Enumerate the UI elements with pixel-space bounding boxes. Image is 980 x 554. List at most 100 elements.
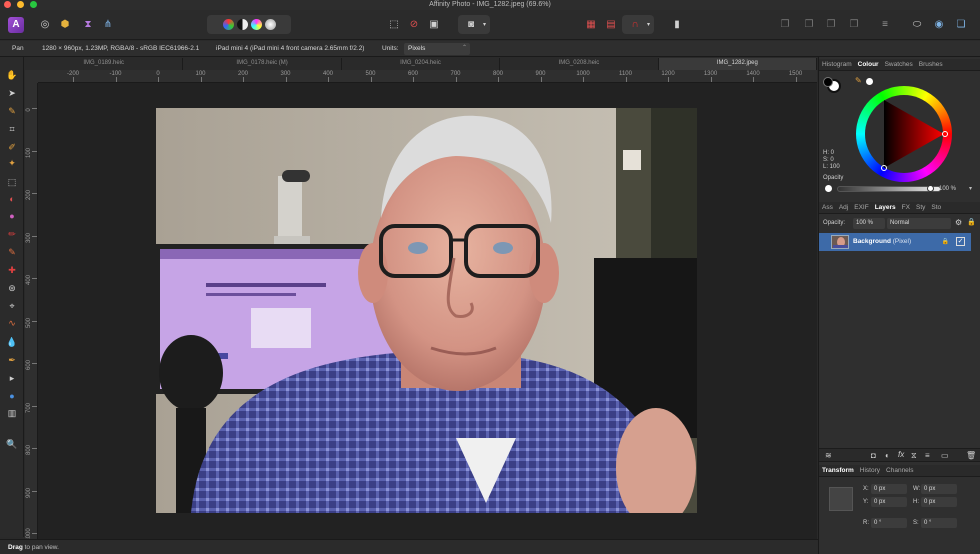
gradient-tool-icon[interactable]: ● <box>5 209 19 223</box>
auto-white-balance-icon[interactable] <box>264 19 276 30</box>
mask-layer-icon[interactable]: ◘ <box>871 451 876 460</box>
picker-icon[interactable]: ✎ <box>855 76 862 85</box>
colour-triangle[interactable] <box>856 86 952 182</box>
colour-wheel[interactable] <box>856 86 952 182</box>
eraser-tool-icon[interactable]: ✎ <box>5 245 19 259</box>
transform-s-field[interactable]: 0 ° <box>921 518 957 528</box>
arrange-top-icon[interactable]: ❐ <box>845 16 863 34</box>
develop-persona-icon[interactable]: ⬢ <box>56 16 74 34</box>
pan-tool-icon[interactable]: ✋ <box>5 68 19 82</box>
tab-adjustments[interactable]: Adj <box>836 204 851 211</box>
tab-img-1282[interactable]: IMG_1282.jpeg <box>658 58 818 70</box>
photo-persona-icon[interactable]: A <box>8 16 24 33</box>
dodge-tool-icon[interactable]: ⌖ <box>5 299 19 313</box>
colour-picker-icon[interactable]: ✎ <box>5 104 19 118</box>
layer-settings-icon[interactable]: ⚙ <box>955 218 962 227</box>
layer-opacity-field[interactable]: 100 % <box>853 218 885 229</box>
tab-layers[interactable]: Layers <box>872 204 899 211</box>
crop-tool-icon[interactable]: ⌗ <box>5 122 19 136</box>
selection-brush-icon[interactable]: ✐ <box>5 140 19 154</box>
move-tool-icon[interactable]: ➤ <box>5 86 19 100</box>
assistant-icon[interactable]: ◉ <box>930 16 948 34</box>
tab-img-0189[interactable]: IMG_0189.heic <box>25 58 184 70</box>
tab-histogram[interactable]: Histogram <box>819 61 855 68</box>
transform-x-field[interactable]: 0 px <box>871 484 907 494</box>
layer-visibility-checkbox[interactable]: ✓ <box>956 237 965 246</box>
layer-row-background[interactable]: Background (Pixel) 🔒 ✓ <box>819 233 971 251</box>
liquify-persona-icon[interactable]: ◎ <box>36 16 54 34</box>
healing-brush-icon[interactable]: ✚ <box>5 263 19 277</box>
node-tool-icon[interactable]: ▸ <box>5 371 19 385</box>
marquee-tool-icon[interactable]: ⬚ <box>5 175 19 189</box>
flood-select-icon[interactable]: ✦ <box>5 156 19 170</box>
marquee-select-icon[interactable]: ⬚ <box>385 16 403 34</box>
snapping-magnet-icon[interactable]: ∩ <box>626 16 644 34</box>
clone-tool-icon[interactable]: ⊛ <box>5 281 19 295</box>
layer-locked-icon[interactable]: 🔒 <box>942 238 949 245</box>
text-tool-icon[interactable]: ▥ <box>5 406 19 420</box>
tab-brushes[interactable]: Brushes <box>916 61 946 68</box>
ruler-label: 300 <box>26 232 32 243</box>
tab-exif[interactable]: EXIF <box>851 204 871 211</box>
tone-mapping-persona-icon[interactable]: ⧗ <box>79 16 97 34</box>
tab-channels[interactable]: Channels <box>883 467 916 474</box>
transform-r-field[interactable]: 0 ° <box>871 518 907 528</box>
opacity-dropdown-icon[interactable]: ▾ <box>969 185 972 192</box>
shape-tool-icon[interactable]: ● <box>5 389 19 403</box>
live-filter-icon[interactable]: fx <box>898 450 904 459</box>
auto-levels-icon[interactable] <box>222 19 234 30</box>
arrange-forward-icon[interactable]: ❐ <box>800 16 818 34</box>
guides-icon[interactable]: ▤ <box>602 16 620 34</box>
add-layer-icon[interactable]: ▭ <box>941 451 949 460</box>
view-mode-icon[interactable]: ❏ <box>952 16 970 34</box>
tab-swatches[interactable]: Swatches <box>882 61 916 68</box>
tab-stock[interactable]: Sto <box>928 204 944 211</box>
tab-transform[interactable]: Transform <box>819 467 857 474</box>
transform-y-field[interactable]: 0 px <box>871 497 907 507</box>
smudge-tool-icon[interactable]: ∿ <box>5 316 19 330</box>
blend-mode-dropdown[interactable]: Normal <box>887 218 951 229</box>
tab-assets[interactable]: Ass <box>819 204 836 211</box>
canvas-area[interactable] <box>38 83 817 539</box>
filter-icon[interactable]: ⧖ <box>911 451 917 461</box>
studio-link-icon[interactable]: ⬭ <box>908 16 926 34</box>
tab-history[interactable]: History <box>857 467 883 474</box>
brush-mode-icon[interactable]: ▮ <box>668 16 686 34</box>
tab-img-0178[interactable]: IMG_0178.heic (M) <box>183 58 342 70</box>
delete-layer-icon[interactable]: 🗑 <box>966 451 976 460</box>
transform-h-field[interactable]: 0 px <box>921 497 957 507</box>
pen-tool-icon[interactable]: ✒ <box>5 353 19 367</box>
ruler-label: 500 <box>26 317 32 328</box>
ruler-tick <box>115 77 117 82</box>
export-persona-icon[interactable]: ⋔ <box>99 16 117 34</box>
paint-brush-icon[interactable]: ✏ <box>5 227 19 241</box>
auto-contrast-icon[interactable] <box>236 19 248 30</box>
tab-img-0204[interactable]: IMG_0204.heic <box>341 58 501 70</box>
colour-opacity-slider[interactable] <box>837 186 941 192</box>
invert-selection-icon[interactable]: ▣ <box>425 16 443 34</box>
transform-w-field[interactable]: 0 px <box>921 484 957 494</box>
group-icon[interactable]: ≡ <box>925 451 930 460</box>
layer-lock-icon[interactable]: 🔒 <box>967 218 976 226</box>
stroke-colour-swatch[interactable] <box>823 77 833 87</box>
flood-fill-icon[interactable]: ◐ <box>5 192 19 206</box>
tab-fx[interactable]: FX <box>899 204 913 211</box>
arrange-back-icon[interactable]: ❐ <box>776 16 794 34</box>
align-icon[interactable]: ≡ <box>876 16 894 34</box>
blur-tool-icon[interactable]: 💧 <box>5 335 19 349</box>
deselect-icon[interactable]: ⊘ <box>405 16 423 34</box>
units-dropdown[interactable]: Pixels <box>404 43 470 55</box>
opacity-handle[interactable] <box>927 185 934 192</box>
anchor-point-grid[interactable] <box>829 487 853 511</box>
adjustment-layer-icon[interactable]: ◐ <box>885 451 890 460</box>
tab-img-0208[interactable]: IMG_0208.heic <box>500 58 659 70</box>
arrange-front-icon[interactable]: ❐ <box>822 16 840 34</box>
auto-colours-icon[interactable] <box>250 19 262 30</box>
colour-opacity-value[interactable]: 100 % <box>939 186 956 192</box>
quick-mask-icon[interactable]: ◙ <box>462 16 480 34</box>
snapping-grid-icon[interactable]: ▦ <box>582 16 600 34</box>
layer-stack-icon[interactable]: ≋ <box>825 451 832 460</box>
zoom-tool-icon[interactable]: 🔍 <box>5 437 19 451</box>
tab-colour[interactable]: Colour <box>855 61 882 68</box>
tab-styles[interactable]: Sty <box>913 204 928 211</box>
